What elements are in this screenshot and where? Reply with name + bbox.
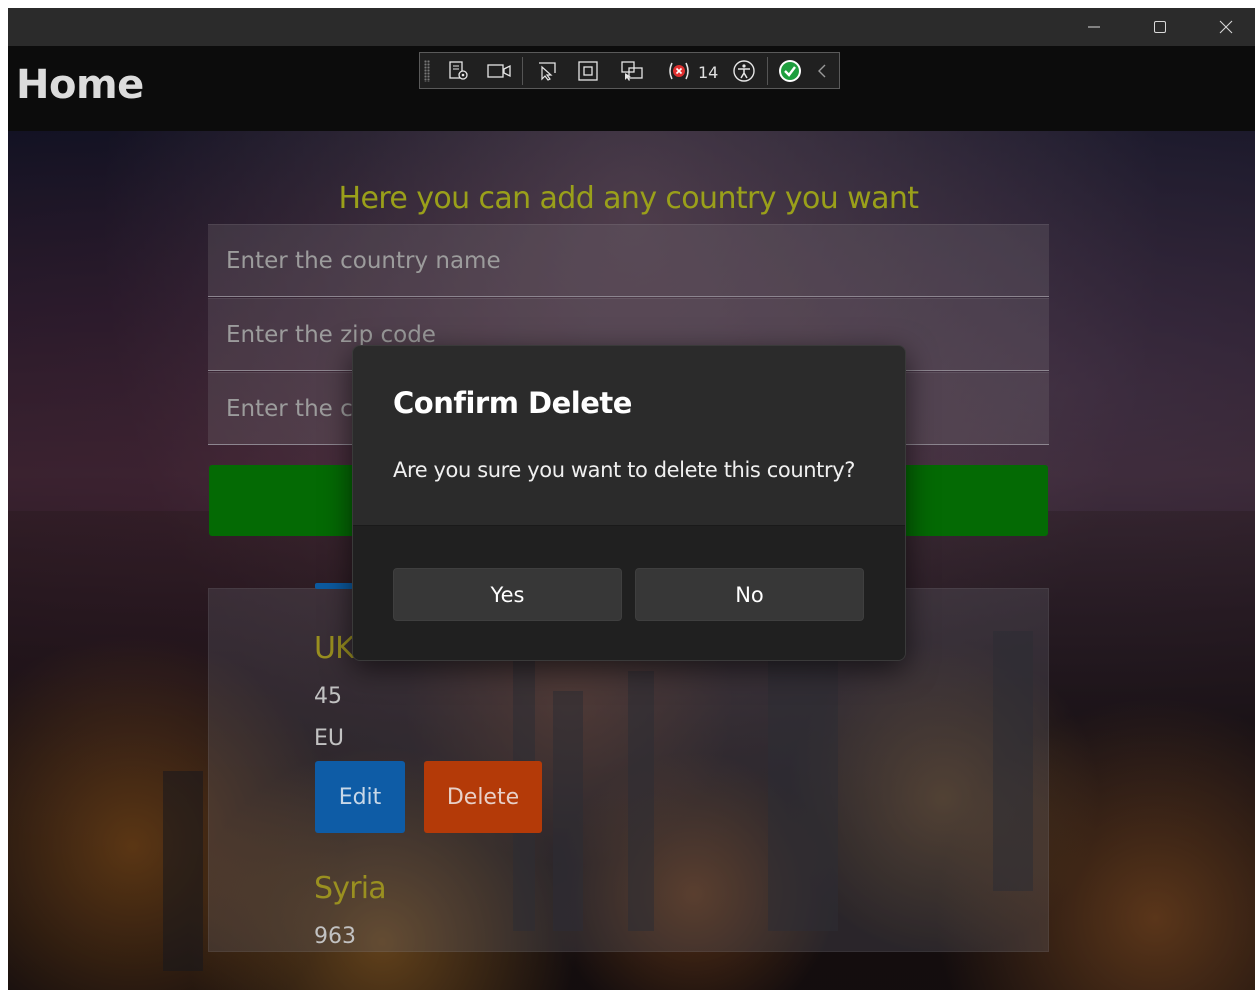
add-country-heading: Here you can add any country you want: [338, 181, 919, 216]
close-button[interactable]: [1193, 8, 1255, 46]
toolbar-grip[interactable]: [424, 60, 430, 82]
country-name-uk: UK: [314, 631, 355, 666]
minimize-button[interactable]: [1061, 8, 1127, 46]
dialog-message: Are you sure you want to delete this cou…: [393, 458, 855, 482]
live-visual-tree-icon[interactable]: [446, 59, 472, 83]
no-button[interactable]: No: [635, 568, 864, 621]
hot-reload-ok-icon[interactable]: [777, 59, 803, 83]
edit-button[interactable]: Edit: [315, 761, 405, 833]
dialog-footer: Yes No: [353, 525, 905, 660]
display-layout-adorners-icon[interactable]: [575, 59, 601, 83]
accessibility-icon[interactable]: [731, 59, 757, 83]
title-bar: [8, 8, 1255, 46]
country-code-uk: 45: [314, 684, 342, 709]
yes-button[interactable]: Yes: [393, 568, 622, 621]
delete-button[interactable]: Delete: [424, 761, 542, 833]
dialog-title: Confirm Delete: [393, 386, 632, 420]
confirm-delete-dialog: Confirm Delete Are you sure you want to …: [352, 345, 906, 661]
toolbar-separator: [767, 57, 768, 85]
app-window: Home 14 Here you can add any country you…: [8, 8, 1255, 990]
page-title: Home: [16, 62, 144, 108]
track-focus-icon[interactable]: [619, 59, 645, 83]
maximize-icon: [1154, 21, 1166, 33]
toolbar-separator: [522, 57, 523, 85]
country-code-syria: 963: [314, 924, 356, 949]
content-area: Here you can add any country you want UK…: [8, 131, 1255, 990]
binding-error-count: 14: [698, 63, 719, 82]
xaml-debug-toolbar: 14: [419, 52, 840, 89]
country-name-input[interactable]: [208, 224, 1049, 297]
record-icon[interactable]: [486, 59, 512, 83]
select-element-icon[interactable]: [534, 59, 560, 83]
close-icon: [1219, 20, 1233, 34]
minimize-icon: [1088, 26, 1100, 28]
maximize-button[interactable]: [1127, 8, 1193, 46]
country-name-syria: Syria: [314, 871, 387, 906]
collapse-chevron-icon[interactable]: [812, 59, 832, 83]
country-region-uk: EU: [314, 726, 345, 751]
previous-edit-button-edge[interactable]: [315, 583, 353, 589]
binding-failures-icon[interactable]: [666, 59, 692, 83]
